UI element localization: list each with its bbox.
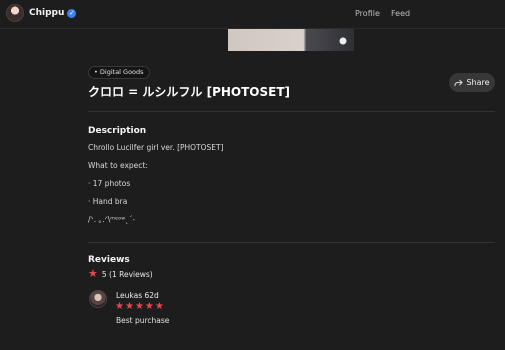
star-icon: ★: [115, 301, 124, 312]
description-line: Chrollo Lucilfer girl ver. [PHOTOSET]: [88, 143, 224, 152]
brand[interactable]: Chippu ✓: [6, 4, 77, 22]
star-icon: ★: [154, 301, 164, 312]
category-badge: • Digital Goods: [88, 66, 150, 79]
reviewer-avatar: [89, 290, 107, 308]
divider: [88, 242, 495, 243]
rating-summary-text: 5 (1 Reviews): [101, 269, 153, 279]
divider: [88, 111, 495, 112]
star-icon: ★: [144, 301, 154, 312]
reviewer-name: Leukas 62d: [116, 291, 159, 300]
product-cover-image: [228, 29, 354, 51]
creator-name[interactable]: Chippu: [29, 8, 64, 18]
review-rating: ★ ★ ★ ★ ★: [115, 301, 165, 312]
description-heading: Description: [88, 126, 147, 136]
rating-summary: ★ 5 (1 Reviews): [88, 267, 153, 280]
share-label: Share: [466, 78, 490, 87]
star-icon: ★: [124, 301, 134, 312]
description-line: What to expect:: [88, 161, 148, 170]
verified-check-icon: ✓: [67, 8, 77, 18]
star-icon: ★: [134, 301, 144, 312]
star-icon: ★: [88, 267, 98, 280]
share-button[interactable]: Share: [449, 73, 495, 92]
description-line: · Hand bra: [88, 197, 128, 206]
product-title: クロロ = ルシルフル [PHOTOSET]: [88, 85, 291, 99]
nav-feed-link[interactable]: Feed: [391, 9, 410, 18]
reviews-heading: Reviews: [88, 255, 130, 265]
share-icon: [454, 79, 464, 86]
nav-profile-link[interactable]: Profile: [355, 9, 380, 18]
top-nav: Chippu ✓ Profile Feed: [0, 0, 505, 29]
description-line: · 17 photos: [88, 179, 131, 188]
creator-avatar[interactable]: [6, 4, 24, 22]
review-text: Best purchase: [116, 316, 170, 325]
cover-decoration: [336, 35, 350, 47]
description-line: /ᐠ. ｡.ᐟ\ᵐᵉᵒʷˎˊ˗: [88, 215, 135, 224]
